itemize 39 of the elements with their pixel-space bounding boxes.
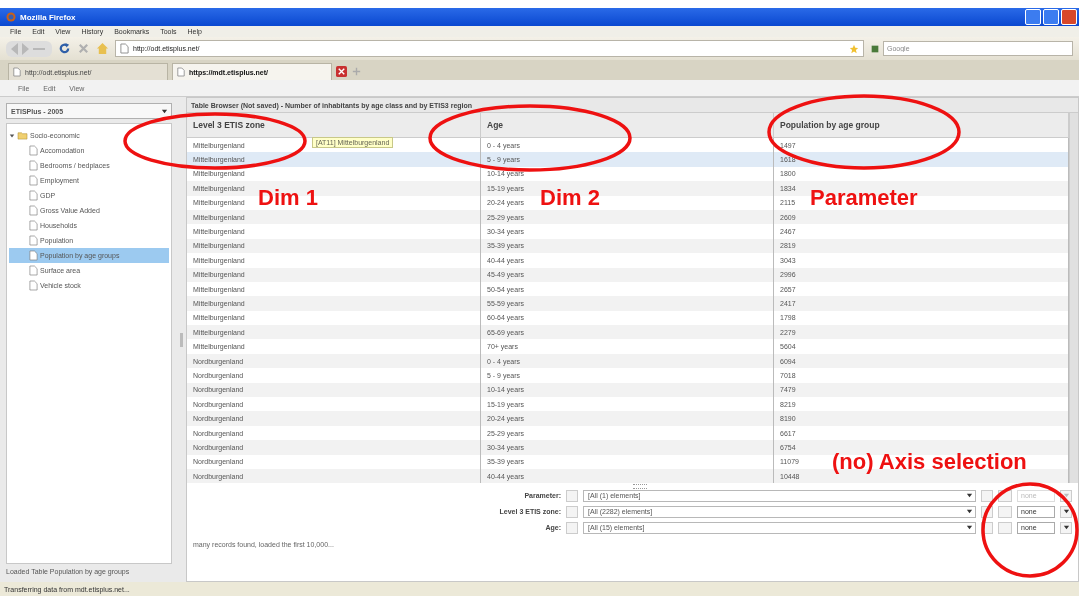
document-icon bbox=[29, 205, 38, 216]
axis-dropdown-button[interactable] bbox=[1060, 521, 1072, 534]
back-forward-button[interactable] bbox=[6, 40, 52, 57]
maximize-button[interactable] bbox=[1043, 9, 1059, 25]
annotation-label: Dim 1 bbox=[258, 186, 318, 211]
reload-icon[interactable] bbox=[58, 42, 71, 55]
document-icon bbox=[29, 190, 38, 201]
home-icon[interactable] bbox=[96, 42, 109, 55]
document-icon bbox=[29, 265, 38, 276]
document-icon bbox=[29, 220, 38, 231]
new-tab-icon[interactable] bbox=[351, 66, 362, 77]
close-button[interactable] bbox=[1061, 9, 1077, 25]
folder-icon bbox=[17, 131, 28, 140]
annotation-label: Parameter bbox=[810, 186, 918, 211]
scrollbar[interactable] bbox=[1069, 113, 1078, 484]
stop-icon[interactable] bbox=[77, 42, 90, 55]
dropdown-arrow-icon bbox=[161, 107, 168, 115]
document-icon bbox=[29, 250, 38, 261]
expand-icon[interactable] bbox=[9, 132, 15, 139]
page-icon bbox=[120, 43, 129, 54]
resize-handle[interactable] bbox=[632, 484, 647, 490]
search-engine-icon[interactable] bbox=[870, 43, 880, 54]
filter-button[interactable] bbox=[981, 489, 993, 502]
star-icon[interactable] bbox=[849, 43, 859, 54]
document-icon bbox=[29, 160, 38, 171]
annotation-label: Dim 2 bbox=[540, 186, 600, 211]
document-icon bbox=[29, 235, 38, 246]
window-title: Mozilla Firefox bbox=[20, 12, 76, 22]
close-tab-icon[interactable] bbox=[336, 66, 347, 77]
annotation-label: (no) Axis selection bbox=[832, 450, 1027, 475]
page-icon bbox=[13, 67, 21, 77]
page-icon bbox=[177, 67, 185, 77]
minimize-button[interactable] bbox=[1025, 9, 1041, 25]
column-header[interactable]: Age bbox=[481, 113, 774, 137]
splitter-handle[interactable] bbox=[179, 332, 183, 347]
document-icon bbox=[29, 280, 38, 291]
document-icon bbox=[29, 145, 38, 156]
browser-icon bbox=[6, 12, 16, 22]
document-icon bbox=[29, 175, 38, 186]
